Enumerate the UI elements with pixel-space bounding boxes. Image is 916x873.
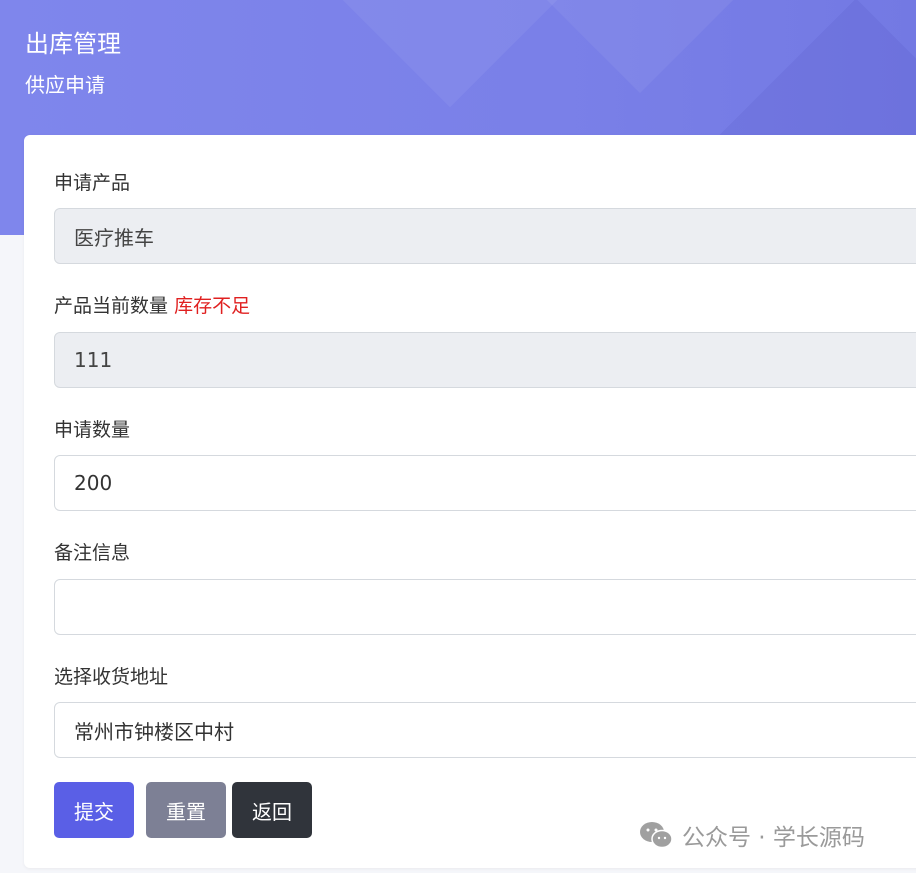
- wechat-icon: [640, 822, 673, 849]
- page-title: 出库管理: [25, 30, 121, 58]
- quantity-field[interactable]: 200: [54, 455, 916, 511]
- address-select[interactable]: 常州市钟楼区中村: [54, 702, 916, 758]
- submit-button[interactable]: 提交: [54, 782, 134, 838]
- watermark: 公众号 · 学长源码: [638, 818, 865, 852]
- form-card: 申请产品 医疗推车 产品当前数量 库存不足 111 申请数量 200 备注信息 …: [24, 135, 916, 868]
- remark-label: 备注信息: [54, 542, 131, 564]
- stock-value: 111: [74, 348, 113, 372]
- product-field[interactable]: 医疗推车: [54, 208, 916, 264]
- remark-field[interactable]: [54, 579, 916, 635]
- reset-button[interactable]: 重置: [146, 782, 226, 838]
- stock-label-text: 产品当前数量: [54, 295, 169, 317]
- address-value: 常州市钟楼区中村: [74, 719, 234, 744]
- address-label: 选择收货地址: [54, 666, 169, 688]
- page-subtitle: 供应申请: [25, 73, 105, 97]
- quantity-value: 200: [74, 471, 113, 495]
- header-decoration: [526, 0, 754, 94]
- back-button[interactable]: 返回: [232, 782, 312, 838]
- product-label: 申请产品: [54, 172, 131, 194]
- stock-label: 产品当前数量 库存不足: [54, 291, 250, 318]
- header-decoration: [322, 0, 578, 108]
- quantity-label: 申请数量: [54, 419, 131, 441]
- product-value: 医疗推车: [74, 225, 154, 250]
- stock-field[interactable]: 111: [54, 332, 916, 388]
- stock-warning: 库存不足: [174, 295, 251, 317]
- watermark-text: 公众号 · 学长源码: [682, 825, 865, 851]
